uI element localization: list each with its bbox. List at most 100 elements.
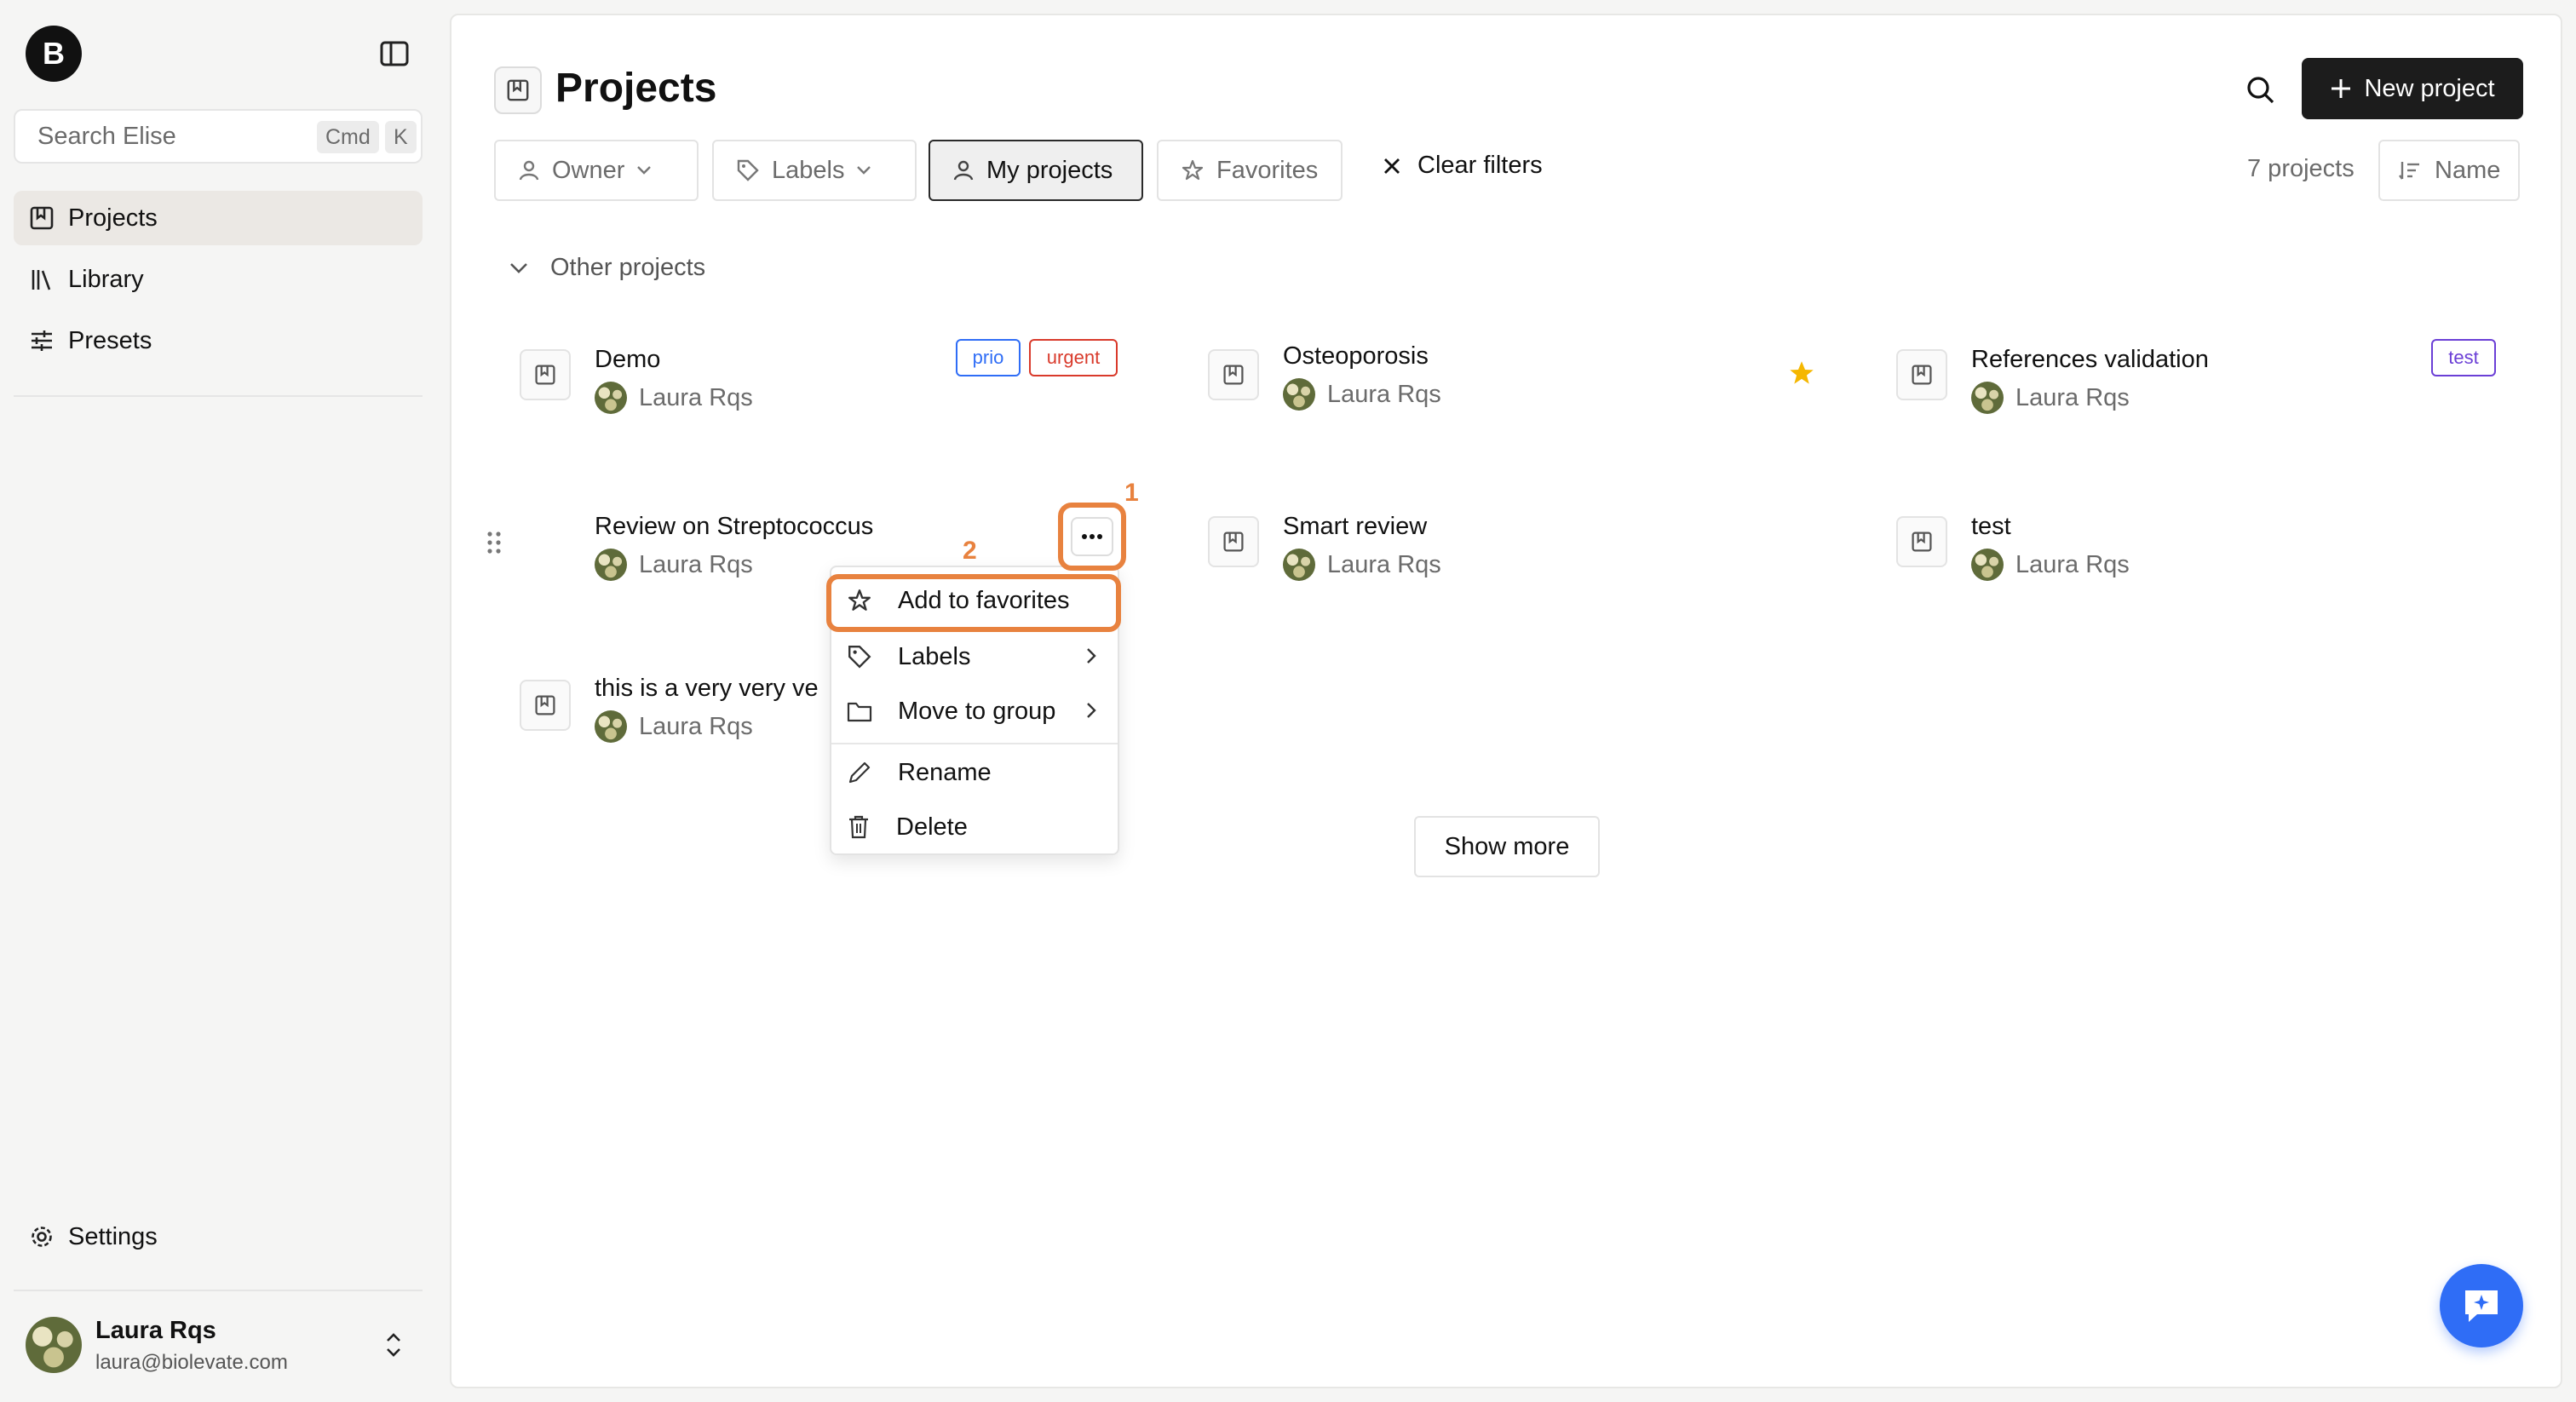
chevron-right-icon: [1085, 646, 1097, 665]
clear-filters-button[interactable]: Clear filters: [1382, 152, 1543, 180]
chat-sparkle-icon: [2460, 1285, 2503, 1326]
owner-name: Laura Rqs: [2015, 550, 2130, 578]
sidebar-item-settings[interactable]: Settings: [14, 1210, 423, 1264]
main-panel: Projects New project Owner Labels My pro…: [450, 14, 2562, 1388]
bookmark-square-icon: [1208, 516, 1259, 567]
sidebar-toggle-icon[interactable]: [380, 41, 409, 66]
project-card[interactable]: References validation Laura Rqs test: [1896, 339, 2527, 458]
project-title: test: [1971, 513, 2011, 540]
star-filled-icon[interactable]: [1787, 359, 1816, 387]
clear-filters-label: Clear filters: [1417, 152, 1543, 179]
tag-badge[interactable]: test: [2431, 339, 2496, 376]
owner-name: Laura Rqs: [639, 550, 753, 578]
favorites-filter-label: Favorites: [1216, 156, 1319, 184]
user-name: Laura Rqs: [95, 1317, 216, 1344]
my-projects-filter[interactable]: My projects: [929, 140, 1143, 201]
owner-name: Laura Rqs: [1327, 380, 1441, 408]
project-owner: Laura Rqs: [595, 710, 753, 743]
sidebar-item-label: Library: [68, 265, 144, 293]
star-outline-icon: [1181, 158, 1205, 182]
sidebar-item-projects[interactable]: Projects: [14, 191, 423, 245]
sidebar-divider: [14, 395, 423, 397]
project-title: Smart review: [1283, 513, 1428, 540]
menu-item-move-to-group[interactable]: Move to group: [831, 685, 1118, 738]
search-placeholder: Search Elise: [37, 123, 176, 150]
bookmark-square-icon: [1896, 349, 1947, 400]
annotation-step-1: 1: [1124, 479, 1139, 507]
bookmark-square-icon: [1208, 349, 1259, 400]
more-horizontal-icon: [1071, 517, 1113, 556]
bookmark-square-icon: [1896, 516, 1947, 567]
annotation-step-2: 2: [963, 537, 977, 565]
owner-avatar: [1283, 378, 1315, 411]
bookmark-square-icon: [520, 680, 571, 731]
project-owner: Laura Rqs: [595, 549, 753, 581]
show-more-button[interactable]: Show more: [1414, 816, 1600, 877]
project-title: Review on Streptococcus: [595, 513, 874, 540]
project-owner: Laura Rqs: [1971, 382, 2130, 414]
gear-icon: [29, 1224, 55, 1250]
labels-filter-label: Labels: [772, 156, 845, 184]
project-card[interactable]: Osteoporosis Laura Rqs: [1208, 339, 1838, 458]
project-card[interactable]: Smart review Laura Rqs: [1208, 506, 1838, 625]
labels-filter[interactable]: Labels: [712, 140, 917, 201]
project-owner: Laura Rqs: [1971, 549, 2130, 581]
group-title: Other projects: [550, 254, 706, 281]
close-icon: [1382, 156, 1402, 176]
chevron-down-icon: [636, 165, 652, 175]
owner-avatar: [1971, 382, 2004, 414]
tag-icon: [736, 158, 760, 182]
owner-name: Laura Rqs: [639, 383, 753, 411]
project-card[interactable]: test Laura Rqs: [1896, 506, 2527, 625]
project-title: this is a very very ve: [595, 675, 819, 702]
trash-icon: [847, 814, 871, 840]
tag-badge[interactable]: urgent: [1029, 339, 1118, 376]
tag-icon: [847, 644, 872, 669]
owner-name: Laura Rqs: [2015, 383, 2130, 411]
sidebar-item-label: Presets: [68, 326, 152, 354]
owner-name: Laura Rqs: [1327, 550, 1441, 578]
sliders-icon: [29, 328, 55, 353]
owner-avatar: [595, 549, 627, 581]
sidebar-divider: [14, 1290, 423, 1291]
bookmark-square-icon: [520, 349, 571, 400]
menu-item-labels[interactable]: Labels: [831, 630, 1118, 683]
sidebar-item-label: Projects: [68, 204, 158, 232]
owner-avatar: [1283, 549, 1315, 581]
chat-assistant-button[interactable]: [2440, 1264, 2523, 1347]
owner-filter[interactable]: Owner: [494, 140, 699, 201]
owner-name: Laura Rqs: [639, 712, 753, 740]
menu-item-rename[interactable]: Rename: [831, 746, 1118, 799]
project-owner: Laura Rqs: [1283, 549, 1441, 581]
plus-icon: [2330, 78, 2352, 100]
project-card[interactable]: Demo Laura Rqs prio urgent: [520, 339, 1150, 458]
new-project-label: New project: [2364, 74, 2495, 102]
bookmark-square-icon: [494, 66, 542, 114]
search-icon[interactable]: [2244, 73, 2278, 107]
app-logo[interactable]: B: [26, 26, 82, 82]
more-options-button[interactable]: [1058, 503, 1126, 571]
folder-icon: [847, 699, 872, 723]
new-project-button[interactable]: New project: [2302, 58, 2523, 119]
menu-item-delete[interactable]: Delete: [831, 801, 1118, 853]
chevron-right-icon: [1085, 701, 1097, 720]
sort-button[interactable]: Name: [2378, 140, 2520, 201]
menu-divider: [831, 743, 1118, 744]
project-owner: Laura Rqs: [595, 382, 753, 414]
favorites-filter[interactable]: Favorites: [1157, 140, 1343, 201]
pencil-icon: [847, 760, 872, 785]
app-logo-letter: B: [43, 36, 65, 71]
tag-badge[interactable]: prio: [956, 339, 1021, 376]
search-input[interactable]: Search Elise Cmd K: [14, 109, 423, 164]
user-avatar[interactable]: [26, 1317, 82, 1373]
owner-avatar: [1971, 549, 2004, 581]
menu-item-label: Labels: [898, 642, 971, 670]
chevron-down-icon: [856, 165, 871, 175]
group-header[interactable]: Other projects: [509, 254, 705, 282]
sidebar-item-presets[interactable]: Presets: [14, 313, 423, 368]
drag-handle-icon[interactable]: [486, 530, 503, 555]
favorites-highlight: [826, 574, 1121, 632]
sidebar-item-library[interactable]: Library: [14, 252, 423, 307]
chevron-up-down-icon[interactable]: [383, 1330, 404, 1359]
owner-avatar: [595, 710, 627, 743]
